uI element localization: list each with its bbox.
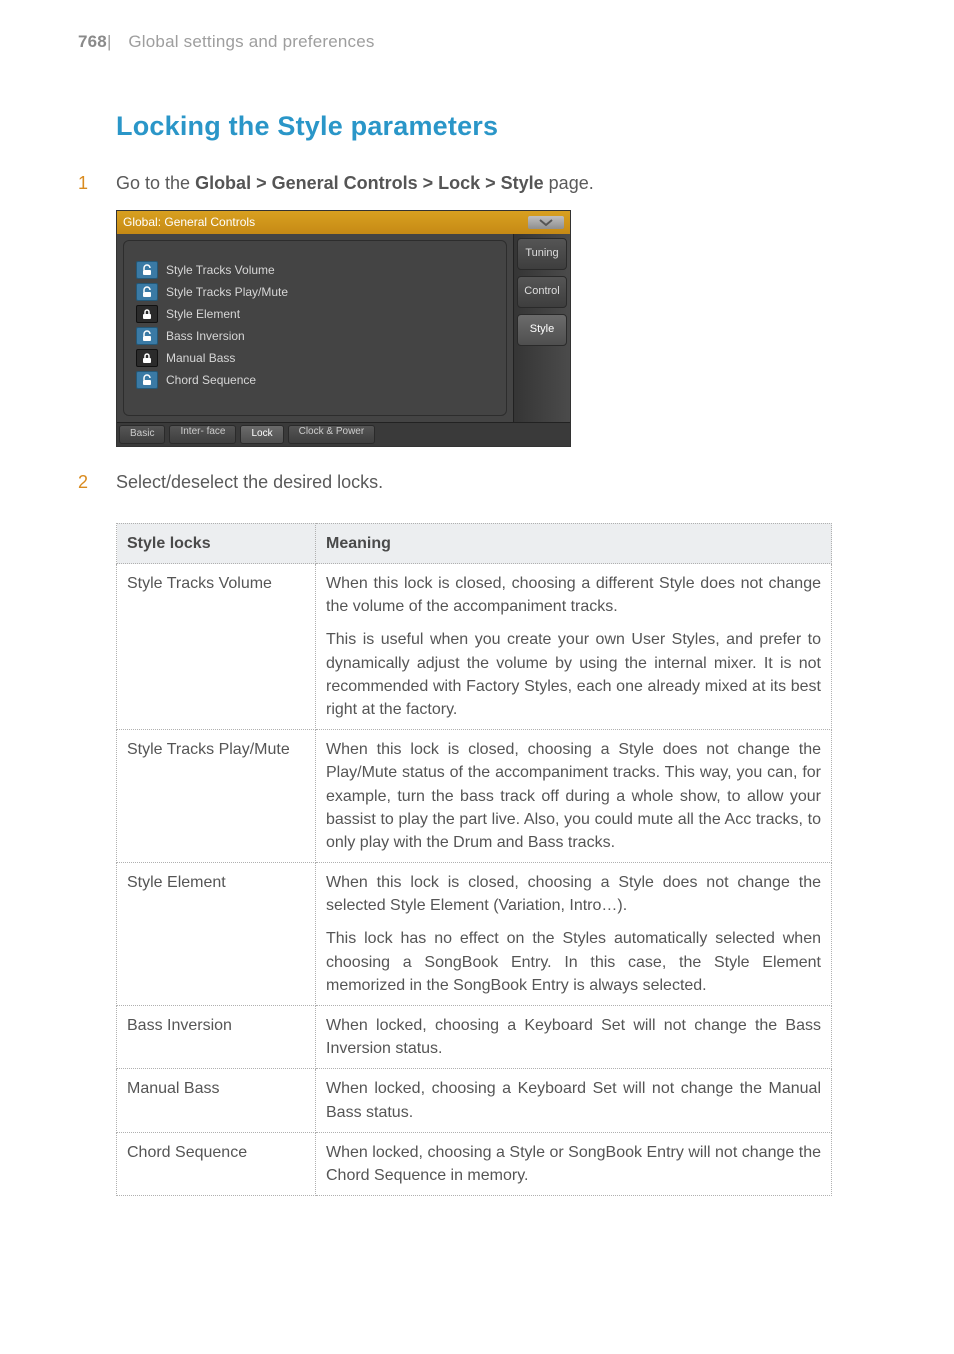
step-suffix: page. bbox=[544, 173, 594, 193]
lock-label: Manual Bass bbox=[166, 350, 235, 367]
lock-row-manual-bass[interactable]: Manual Bass bbox=[124, 347, 506, 369]
meaning-paragraph: When locked, choosing a Style or SongBoo… bbox=[326, 1141, 821, 1187]
lock-row-style-tracks-play-mute[interactable]: Style Tracks Play/Mute bbox=[124, 281, 506, 303]
lock-label: Bass Inversion bbox=[166, 328, 245, 345]
meaning-paragraph: When locked, choosing a Keyboard Set wil… bbox=[326, 1077, 821, 1123]
step-prefix: Go to the bbox=[116, 173, 195, 193]
lock-name-cell: Style Element bbox=[117, 863, 316, 1006]
table-row: Style Element When this lock is closed, … bbox=[117, 863, 832, 1006]
lock-name-cell: Style Tracks Play/Mute bbox=[117, 730, 316, 863]
page-number: 768 bbox=[78, 32, 107, 51]
lock-label: Style Tracks Volume bbox=[166, 262, 275, 279]
lock-name-cell: Style Tracks Volume bbox=[117, 564, 316, 730]
lock-name-cell: Manual Bass bbox=[117, 1069, 316, 1132]
meaning-paragraph: When this lock is closed, choosing a dif… bbox=[326, 572, 821, 618]
step-number: 1 bbox=[78, 170, 116, 196]
lock-row-bass-inversion[interactable]: Bass Inversion bbox=[124, 325, 506, 347]
style-locks-table: Style locks Meaning Style Tracks Volume … bbox=[116, 523, 832, 1196]
lock-open-icon[interactable] bbox=[136, 327, 158, 345]
chapter-title: Global settings and preferences bbox=[128, 32, 374, 51]
lock-meaning-cell: When locked, choosing a Keyboard Set wil… bbox=[316, 1006, 832, 1069]
lock-closed-icon[interactable] bbox=[136, 349, 158, 367]
screenshot-titlebar: Global: General Controls bbox=[117, 211, 570, 234]
foot-tab-lock[interactable]: Lock bbox=[240, 425, 283, 444]
lock-row-style-tracks-volume[interactable]: Style Tracks Volume bbox=[124, 259, 506, 281]
step-text: Go to the Global > General Controls > Lo… bbox=[116, 170, 884, 196]
screenshot-title: Global: General Controls bbox=[123, 214, 528, 231]
lock-label: Style Element bbox=[166, 306, 240, 323]
divider-bar: | bbox=[107, 32, 112, 51]
lock-meaning-cell: When this lock is closed, choosing a Sty… bbox=[316, 863, 832, 1006]
foot-tab-interface[interactable]: Inter- face bbox=[169, 425, 236, 444]
side-tab-control[interactable]: Control bbox=[517, 276, 567, 308]
embedded-screenshot: Global: General Controls Style Tracks Vo… bbox=[116, 210, 571, 447]
lock-meaning-cell: When this lock is closed, choosing a Sty… bbox=[316, 730, 832, 863]
step-2: 2 Select/deselect the desired locks. bbox=[78, 469, 884, 495]
section-title: Locking the Style parameters bbox=[116, 107, 884, 146]
side-tab-bar: Tuning Control Style bbox=[513, 234, 570, 422]
lock-meaning-cell: When locked, choosing a Keyboard Set wil… bbox=[316, 1069, 832, 1132]
spacer bbox=[78, 509, 884, 523]
step-1: 1 Go to the Global > General Controls > … bbox=[78, 170, 884, 196]
meaning-paragraph: When locked, choosing a Keyboard Set wil… bbox=[326, 1014, 821, 1060]
table-row: Manual Bass When locked, choosing a Keyb… bbox=[117, 1069, 832, 1132]
lock-open-icon[interactable] bbox=[136, 283, 158, 301]
col-header-meaning: Meaning bbox=[316, 523, 832, 563]
lock-name-cell: Chord Sequence bbox=[117, 1132, 316, 1195]
lock-meaning-cell: When locked, choosing a Style or SongBoo… bbox=[316, 1132, 832, 1195]
lock-label: Chord Sequence bbox=[166, 372, 256, 389]
meaning-paragraph: This is useful when you create your own … bbox=[326, 628, 821, 721]
table-row: Style Tracks Volume When this lock is cl… bbox=[117, 564, 832, 730]
step-bold-path: Global > General Controls > Lock > Style bbox=[195, 173, 544, 193]
table-row: Bass Inversion When locked, choosing a K… bbox=[117, 1006, 832, 1069]
step-text: Select/deselect the desired locks. bbox=[116, 469, 884, 495]
footer-tab-bar: Basic Inter- face Lock Clock & Power bbox=[117, 422, 570, 446]
lock-open-icon[interactable] bbox=[136, 261, 158, 279]
page-root: 768| Global settings and preferences Loc… bbox=[0, 0, 954, 1256]
screenshot-body: Style Tracks Volume Style Tracks Play/Mu… bbox=[117, 234, 570, 422]
chevron-down-icon bbox=[539, 219, 553, 227]
lock-list-panel: Style Tracks Volume Style Tracks Play/Mu… bbox=[123, 240, 507, 416]
table-row: Style Tracks Play/Mute When this lock is… bbox=[117, 730, 832, 863]
running-header: 768| Global settings and preferences bbox=[78, 30, 884, 55]
step-number: 2 bbox=[78, 469, 116, 495]
table-header-row: Style locks Meaning bbox=[117, 523, 832, 563]
lock-row-chord-sequence[interactable]: Chord Sequence bbox=[124, 369, 506, 391]
table-row: Chord Sequence When locked, choosing a S… bbox=[117, 1132, 832, 1195]
meaning-paragraph: When this lock is closed, choosing a Sty… bbox=[326, 738, 821, 854]
foot-tab-clock-power[interactable]: Clock & Power bbox=[288, 425, 376, 444]
lock-open-icon[interactable] bbox=[136, 371, 158, 389]
side-tab-style[interactable]: Style bbox=[517, 314, 567, 346]
lock-row-style-element[interactable]: Style Element bbox=[124, 303, 506, 325]
lock-name-cell: Bass Inversion bbox=[117, 1006, 316, 1069]
lock-closed-icon[interactable] bbox=[136, 305, 158, 323]
meaning-paragraph: This lock has no effect on the Styles au… bbox=[326, 927, 821, 997]
foot-tab-basic[interactable]: Basic bbox=[119, 425, 165, 444]
menu-button[interactable] bbox=[528, 216, 564, 229]
col-header-style-locks: Style locks bbox=[117, 523, 316, 563]
lock-label: Style Tracks Play/Mute bbox=[166, 284, 288, 301]
lock-meaning-cell: When this lock is closed, choosing a dif… bbox=[316, 564, 832, 730]
meaning-paragraph: When this lock is closed, choosing a Sty… bbox=[326, 871, 821, 917]
side-tab-tuning[interactable]: Tuning bbox=[517, 238, 567, 270]
